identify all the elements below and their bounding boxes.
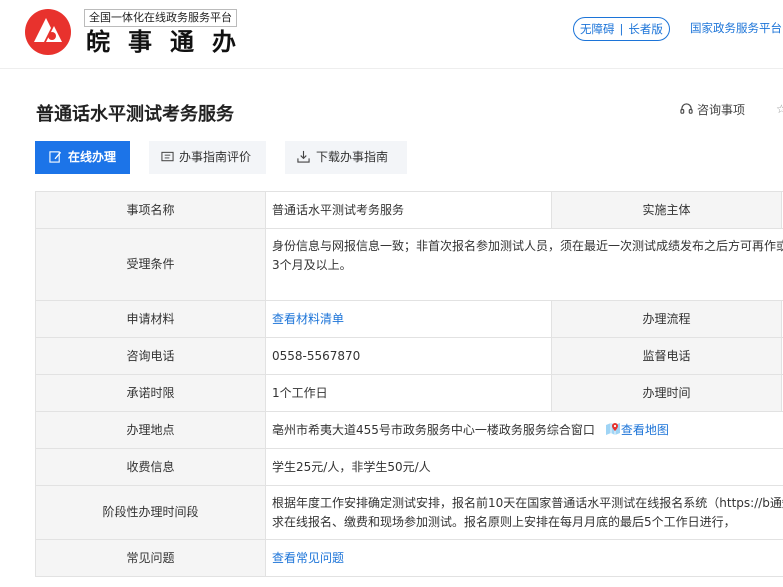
supervise-label: 监督电话 [551, 337, 782, 375]
location-value: 亳州市希夷大道455号市政务服务中心一楼政务服务综合窗口 [272, 422, 595, 437]
faq-label: 常见问题 [35, 539, 266, 577]
materials-link[interactable]: 查看材料清单 [272, 312, 344, 326]
period-text: 根据年度工作安排确定测试安排，报名前10天在国家普通话水平测试在线报名系统（ht… [272, 495, 783, 529]
impl-subject-label: 实施主体 [551, 191, 782, 229]
platform-subtitle: 全国一体化在线政务服务平台 [84, 9, 237, 27]
site-brand[interactable]: 皖事通办 [86, 26, 254, 58]
consult-label: 咨询事项 [697, 103, 746, 117]
conditions-label: 受理条件 [35, 228, 266, 301]
phone-label: 咨询电话 [35, 337, 266, 375]
download-guide-label: 下载办事指南 [316, 150, 389, 164]
divider: | [619, 22, 624, 36]
elder-mode-button[interactable]: 长者版 [628, 22, 663, 36]
evaluate-guide-button[interactable]: 办事指南评价 [149, 141, 266, 174]
conditions-text: 身份信息与网报信息一致；非首次报名参加测试人员，须在最近一次测试成绩发布之后方可… [272, 238, 783, 272]
table-row: 申请材料 查看材料清单 办理流程 [35, 300, 783, 338]
location-label: 办理地点 [35, 411, 266, 449]
fee-value: 学生25元/人，非学生50元/人 [265, 448, 783, 486]
accessibility-toggle: 无障碍 | 长者版 [573, 17, 670, 41]
faq-cell: 查看常见问题 [265, 539, 783, 577]
item-name-value: 普通话水平测试考务服务 [265, 191, 552, 229]
period-label: 阶段性办理时间段 [35, 485, 266, 540]
table-row: 收费信息 学生25元/人，非学生50元/人 [35, 448, 783, 486]
map-pin-icon[interactable] [605, 421, 621, 437]
site-header: 全国一体化在线政务服务平台 皖事通办 无障碍 | 长者版 国家政务服务平台 [0, 0, 783, 69]
conditions-value: 身份信息与网报信息一致；非首次报名参加测试人员，须在最近一次测试成绩发布之后方可… [265, 228, 783, 301]
more-icon[interactable]: ☆ [776, 102, 783, 116]
period-value: 根据年度工作安排确定测试安排，报名前10天在国家普通话水平测试在线报名系统（ht… [265, 485, 783, 540]
table-row: 承诺时限 1个工作日 办理时间 [35, 374, 783, 412]
table-row: 阶段性办理时间段 根据年度工作安排确定测试安排，报名前10天在国家普通话水平测试… [35, 485, 783, 540]
item-name-label: 事项名称 [35, 191, 266, 229]
view-map-link[interactable]: 查看地图 [621, 423, 669, 437]
table-row: 受理条件 身份信息与网报信息一致；非首次报名参加测试人员，须在最近一次测试成绩发… [35, 228, 783, 301]
faq-link[interactable]: 查看常见问题 [272, 551, 344, 565]
download-guide-button[interactable]: 下载办事指南 [285, 141, 407, 174]
online-apply-label: 在线办理 [68, 150, 117, 164]
accessibility-button[interactable]: 无障碍 [580, 22, 615, 36]
time-limit-value: 1个工作日 [265, 374, 552, 412]
page-title: 普通话水平测试考务服务 [36, 104, 234, 125]
edit-icon [49, 151, 62, 163]
table-row: 常见问题 查看常见问题 [35, 539, 783, 577]
location-cell: 亳州市希夷大道455号市政务服务中心一楼政务服务综合窗口 查看地图 [265, 411, 783, 449]
table-row: 办理地点 亳州市希夷大道455号市政务服务中心一楼政务服务综合窗口 查看地图 [35, 411, 783, 449]
service-info-table: 事项名称 普通话水平测试考务服务 实施主体 受理条件 身份信息与网报信息一致；非… [35, 191, 783, 577]
evaluate-guide-label: 办事指南评价 [179, 150, 252, 164]
comment-icon [161, 151, 174, 162]
phone-value: 0558-5567870 [265, 337, 552, 375]
time-limit-label: 承诺时限 [35, 374, 266, 412]
process-label: 办理流程 [551, 300, 782, 338]
materials-cell: 查看材料清单 [265, 300, 552, 338]
table-row: 咨询电话 0558-5567870 监督电话 [35, 337, 783, 375]
table-row: 事项名称 普通话水平测试考务服务 实施主体 [35, 191, 783, 229]
materials-label: 申请材料 [35, 300, 266, 338]
headset-icon [680, 103, 693, 114]
office-hours-label: 办理时间 [551, 374, 782, 412]
fee-label: 收费信息 [35, 448, 266, 486]
consult-button[interactable]: 咨询事项 [680, 101, 745, 118]
anhui-logo-icon[interactable] [24, 8, 72, 56]
download-icon [297, 150, 310, 163]
national-platform-link[interactable]: 国家政务服务平台 [690, 20, 782, 36]
online-apply-button[interactable]: 在线办理 [35, 141, 130, 174]
